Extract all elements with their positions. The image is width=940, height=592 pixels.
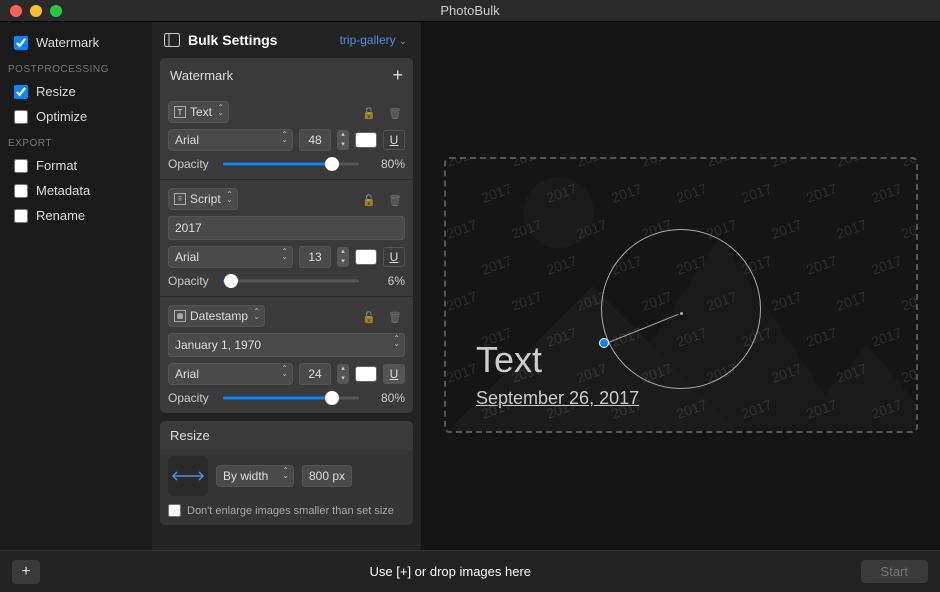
preview-text-watermark[interactable]: Text [476, 339, 542, 381]
resize-panel-title: Resize [170, 428, 210, 443]
watermark-item-text: T Text Arial ▴▾ U Opacity [160, 93, 413, 179]
bottombar: + Use [+] or drop images here Start [0, 550, 940, 592]
font-size-input[interactable] [299, 246, 331, 268]
preset-dropdown[interactable]: trip-gallery [340, 33, 407, 47]
layout-icon [164, 33, 180, 47]
watermark-type-select[interactable]: ⠿ Script [168, 188, 238, 210]
opacity-slider[interactable] [223, 279, 359, 283]
watermark-checkbox[interactable] [14, 36, 28, 50]
sidebar-item-format[interactable]: Format [0, 153, 152, 178]
color-swatch[interactable] [355, 132, 377, 148]
add-images-button[interactable]: + [12, 560, 40, 584]
watermark-panel: Watermark + T Text Arial ▴▾ [160, 58, 413, 413]
resize-mode-select[interactable]: By width [216, 465, 294, 487]
sidebar: Watermark POSTPROCESSING Resize Optimize… [0, 22, 152, 571]
font-size-input[interactable] [299, 129, 331, 151]
sidebar-item-rename[interactable]: Rename [0, 203, 152, 228]
optimize-label: Optimize [36, 109, 87, 124]
chevron-down-icon [399, 33, 407, 47]
script-type-icon: ⠿ [174, 193, 186, 205]
trash-icon[interactable] [385, 309, 405, 324]
resize-checkbox[interactable] [14, 85, 28, 99]
watermark-label: Watermark [36, 35, 99, 50]
script-text-input[interactable] [168, 216, 405, 240]
sidebar-item-resize[interactable]: Resize [0, 79, 152, 104]
resize-mode-icon [168, 456, 208, 496]
resize-panel: Resize By width Don't enlarge images sma… [160, 421, 413, 525]
metadata-label: Metadata [36, 183, 90, 198]
color-swatch[interactable] [355, 366, 377, 382]
opacity-value: 80% [369, 391, 405, 405]
trash-icon[interactable] [385, 192, 405, 207]
watermark-item-script: ⠿ Script Arial ▴▾ U [160, 179, 413, 296]
app-title: PhotoBulk [0, 3, 940, 18]
opacity-label: Opacity [168, 391, 213, 405]
sidebar-group-postprocessing: POSTPROCESSING [0, 55, 152, 79]
metadata-checkbox[interactable] [14, 184, 28, 198]
font-size-input[interactable] [299, 363, 331, 385]
unlock-icon[interactable] [359, 309, 379, 324]
preview-dropzone[interactable]: 2017201720172017201720172017201720172017… [444, 157, 918, 433]
size-stepper[interactable]: ▴▾ [337, 247, 349, 267]
unlock-icon[interactable] [359, 105, 379, 120]
circle-handle[interactable] [599, 338, 609, 348]
settings-title: Bulk Settings [188, 32, 277, 48]
font-select[interactable]: Arial [168, 129, 293, 151]
dropzone-hint: Use [+] or drop images here [40, 564, 861, 579]
add-watermark-button[interactable]: + [392, 65, 403, 86]
color-swatch[interactable] [355, 249, 377, 265]
preview-datestamp[interactable]: September 26, 2017 [476, 388, 639, 409]
resize-label: Resize [36, 84, 76, 99]
font-select[interactable]: Arial [168, 363, 293, 385]
watermark-type-select[interactable]: T Text [168, 101, 229, 123]
underline-button[interactable]: U [383, 130, 405, 150]
trash-icon[interactable] [385, 105, 405, 120]
placement-circle[interactable] [601, 229, 761, 389]
dont-enlarge-label: Don't enlarge images smaller than set si… [187, 505, 394, 517]
titlebar: PhotoBulk [0, 0, 940, 22]
opacity-slider[interactable] [223, 162, 359, 166]
dont-enlarge-checkbox[interactable] [168, 504, 181, 517]
format-label: Format [36, 158, 77, 173]
underline-button[interactable]: U [383, 247, 405, 267]
font-select[interactable]: Arial [168, 246, 293, 268]
start-button[interactable]: Start [861, 560, 928, 583]
unlock-icon[interactable] [359, 192, 379, 207]
circle-center [680, 312, 683, 315]
opacity-value: 80% [369, 157, 405, 171]
watermark-type-select[interactable]: ▦ Datestamp [168, 305, 265, 327]
size-stepper[interactable]: ▴▾ [337, 130, 349, 150]
sidebar-group-export: EXPORT [0, 129, 152, 153]
preset-label: trip-gallery [340, 33, 396, 47]
opacity-label: Opacity [168, 157, 213, 171]
format-checkbox[interactable] [14, 159, 28, 173]
underline-button[interactable]: U [383, 364, 405, 384]
settings-header: Bulk Settings trip-gallery [160, 30, 413, 58]
opacity-value: 6% [369, 274, 405, 288]
preview-area: 2017201720172017201720172017201720172017… [422, 22, 940, 571]
rename-checkbox[interactable] [14, 209, 28, 223]
calendar-icon: ▦ [174, 310, 186, 322]
sidebar-item-watermark[interactable]: Watermark [0, 30, 152, 55]
rename-label: Rename [36, 208, 85, 223]
watermark-item-datestamp: ▦ Datestamp Arial ▴▾ U [160, 296, 413, 413]
radius-line [606, 314, 679, 344]
opacity-label: Opacity [168, 274, 213, 288]
text-type-icon: T [174, 106, 186, 118]
optimize-checkbox[interactable] [14, 110, 28, 124]
sidebar-item-metadata[interactable]: Metadata [0, 178, 152, 203]
watermark-panel-title: Watermark [170, 68, 233, 83]
size-stepper[interactable]: ▴▾ [337, 364, 349, 384]
date-input[interactable] [168, 333, 405, 357]
opacity-slider[interactable] [223, 396, 359, 400]
resize-value-input[interactable] [302, 465, 352, 487]
settings-column: Bulk Settings trip-gallery Watermark + T… [152, 22, 422, 571]
sidebar-item-optimize[interactable]: Optimize [0, 104, 152, 129]
